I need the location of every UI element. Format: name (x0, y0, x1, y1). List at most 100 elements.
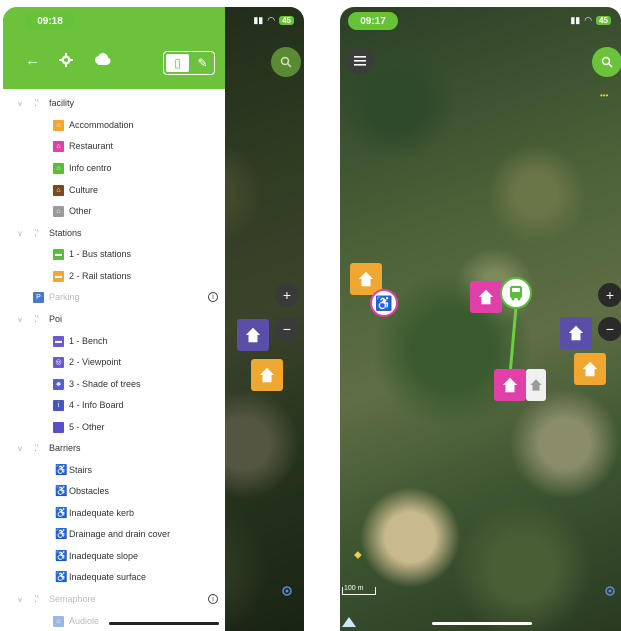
accommodation-marker[interactable] (574, 353, 606, 385)
back-arrow-icon[interactable]: ← (25, 53, 40, 69)
legend-item[interactable]: ▬ 2 - Rail stations (3, 266, 225, 286)
search-button[interactable] (271, 47, 301, 77)
info-icon[interactable]: i (208, 292, 218, 302)
legend-group-barriers[interactable]: ∨ ⁚' Barriers (3, 438, 225, 458)
house-icon (530, 379, 542, 391)
culture-icon: ⌂ (53, 184, 64, 196)
locate-icon (605, 586, 615, 596)
bench-icon: ▬ (53, 335, 64, 347)
scale-label: 100 m (344, 585, 364, 592)
left-phone-screen: + − ▮▮ ◠ 45 09:18 ← ▯ ✎ ∨ ⁚' facility ⌂ … (3, 7, 304, 631)
house-icon (358, 271, 374, 287)
bus-station-marker[interactable] (500, 277, 532, 309)
edit-pencil-icon[interactable]: ✎ (191, 52, 214, 74)
house-icon (502, 377, 518, 393)
cloud-icon[interactable] (93, 53, 111, 69)
legend-item[interactable]: ♿ Drainage and drain cover (3, 524, 225, 544)
other-marker[interactable] (526, 369, 546, 401)
search-icon (280, 56, 292, 68)
home-indicator (109, 622, 219, 625)
wheelchair-icon: ♿ (55, 485, 68, 497)
wheelchair-icon: ♿ (55, 571, 68, 583)
legend-group-poi[interactable]: ∨ ⁚' Poi (3, 309, 225, 329)
legend-item[interactable]: ◎ 2 - Viewpoint (3, 352, 225, 372)
poi-marker[interactable] (560, 317, 592, 349)
legend-item[interactable]: ♿ Inadequate slope (3, 546, 225, 566)
compass-icon[interactable]: ⬥ (354, 549, 362, 562)
legend-item-parking[interactable]: P Parking i (3, 287, 225, 307)
audio-icon: ⌂ (53, 615, 64, 627)
legend-item[interactable]: ⌂ Info centro (3, 158, 225, 178)
house-icon (259, 367, 275, 383)
visibility-dots-icon[interactable]: ⁚' (34, 594, 39, 605)
house-icon (582, 361, 598, 377)
zoom-out-button[interactable]: − (275, 317, 299, 341)
legend-group-stations[interactable]: ∨ ⁚' Stations (3, 223, 225, 243)
legend-item[interactable]: ⌂ Other (3, 201, 225, 221)
visibility-dots-icon[interactable]: ⁚' (34, 228, 39, 239)
info-board-icon: i (53, 399, 64, 411)
gear-icon[interactable] (59, 53, 73, 71)
status-icons: ▮▮ ◠ 45 (253, 15, 294, 26)
visibility-dots-icon[interactable]: ⁚' (34, 314, 39, 325)
right-phone-screen: 09:17 ▮▮ ◠ 45 ••• + − ♿ ⬥ 100 m (340, 7, 621, 631)
legend-item[interactable]: 5 - Other (3, 417, 225, 437)
barrier-marker[interactable]: ♿ (370, 289, 398, 317)
legend-item[interactable]: ♿ Stairs (3, 460, 225, 480)
locate-button[interactable] (275, 579, 299, 603)
visibility-dots-icon[interactable]: ⁚' (34, 443, 39, 454)
legend-item[interactable]: ♣ 3 - Shade of trees (3, 374, 225, 394)
locate-button[interactable] (598, 579, 621, 603)
chevron-down-icon[interactable]: ∨ (17, 99, 23, 108)
info-icon[interactable]: i (208, 594, 218, 604)
legend-item[interactable]: i 4 - Info Board (3, 395, 225, 415)
gps-triangle-icon (342, 617, 356, 627)
wheelchair-icon: ♿ (375, 294, 393, 311)
chevron-down-icon[interactable]: ∨ (17, 315, 23, 324)
tree-icon: ♣ (53, 378, 64, 390)
view-mode-toggle[interactable]: ▯ ✎ (163, 51, 215, 75)
locate-icon (282, 586, 292, 596)
restaurant-marker[interactable] (470, 281, 502, 313)
info-centre-icon: ⌂ (53, 162, 64, 174)
zoom-in-button[interactable]: + (275, 283, 299, 307)
map-mode-icon[interactable]: ▯ (166, 54, 189, 72)
poi-other-icon (53, 421, 64, 433)
legend-group-facility[interactable]: ∨ ⁚' facility (3, 93, 225, 113)
home-indicator (432, 622, 532, 625)
status-time: 09:18 (25, 12, 75, 30)
visibility-dots-icon[interactable]: ⁚' (34, 98, 39, 109)
wheelchair-icon: ♿ (55, 507, 68, 519)
legend-group-semaphore[interactable]: ∨ ⁚' Semaphore i (3, 589, 225, 609)
battery-indicator: 45 (279, 16, 294, 25)
legend-item[interactable]: ▬ 1 - Bench (3, 331, 225, 351)
legend-item[interactable]: ⌂ Accommodation (3, 115, 225, 135)
house-icon (568, 325, 584, 341)
wifi-icon: ◠ (267, 15, 276, 25)
chevron-down-icon[interactable]: ∨ (17, 595, 23, 604)
legend-item[interactable]: ⌂ Culture (3, 180, 225, 200)
parking-icon: P (33, 291, 44, 303)
bus-icon (510, 286, 522, 301)
legend-item[interactable]: ⌂ Restaurant (3, 136, 225, 156)
house-icon (245, 327, 261, 343)
legend-item[interactable]: ♿ Inadequate kerb (3, 503, 225, 523)
restaurant-marker[interactable] (494, 369, 526, 401)
chevron-down-icon[interactable]: ∨ (17, 444, 23, 453)
other-icon: ⌂ (53, 205, 64, 217)
wheelchair-icon: ♿ (55, 464, 68, 476)
wheelchair-icon: ♿ (55, 550, 68, 562)
layers-panel: 09:18 ← ▯ ✎ ∨ ⁚' facility ⌂ Accommodatio… (3, 7, 225, 631)
poi-marker[interactable] (237, 319, 269, 351)
legend-item[interactable]: ♿ Obstacles (3, 481, 225, 501)
wheelchair-icon: ♿ (55, 528, 68, 540)
restaurant-icon: ⌂ (53, 140, 64, 152)
legend-item[interactable]: ▬ 1 - Bus stations (3, 244, 225, 264)
legend-item[interactable]: ⌂ Audiole (3, 611, 225, 631)
accommodation-icon: ⌂ (53, 119, 64, 131)
chevron-down-icon[interactable]: ∨ (17, 229, 23, 238)
legend-item[interactable]: ♿ Inadequate surface (3, 567, 225, 587)
accommodation-marker[interactable] (251, 359, 283, 391)
bus-station-icon: ▬ (53, 248, 64, 260)
house-icon (478, 289, 494, 305)
